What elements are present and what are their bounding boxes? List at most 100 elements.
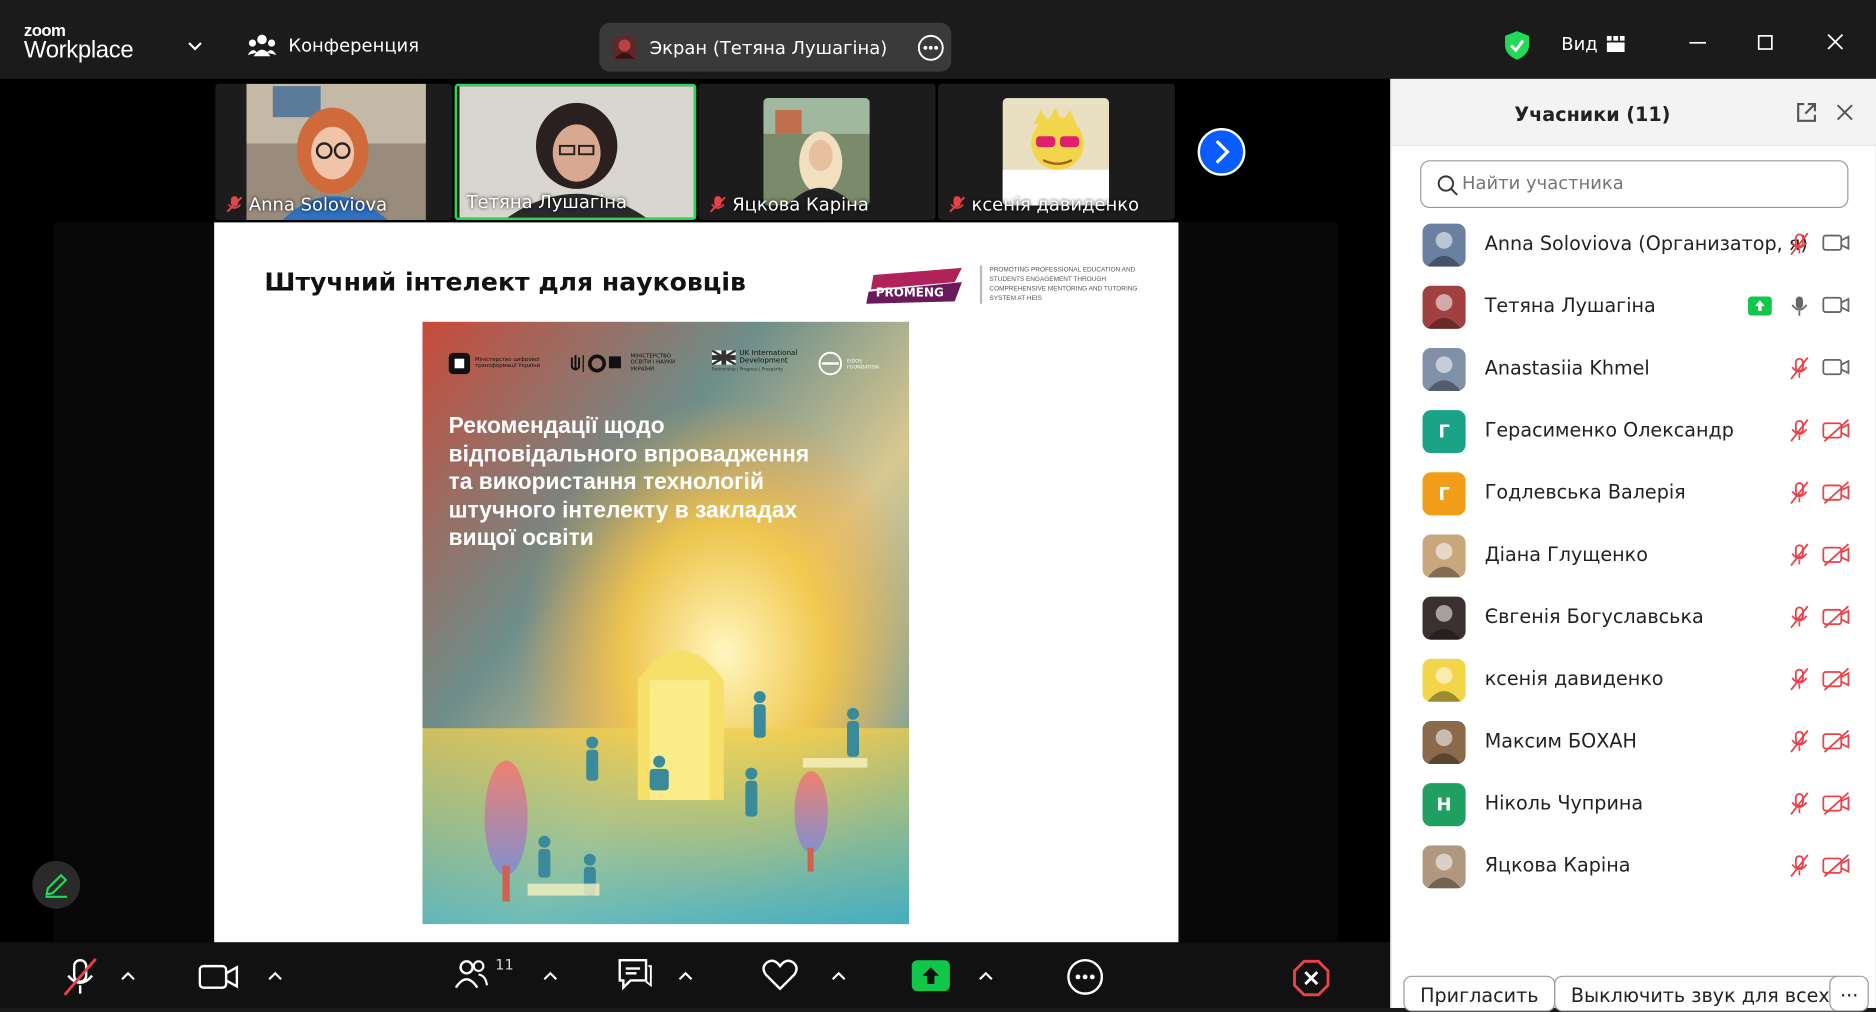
participant-row[interactable]: Anastasiia Khmel <box>1422 342 1854 395</box>
video-status[interactable] <box>1822 418 1851 447</box>
end-meeting-icon[interactable] <box>1292 959 1330 997</box>
video-status[interactable] <box>1822 792 1851 821</box>
annotate-pencil-icon[interactable] <box>31 860 81 910</box>
video-status[interactable] <box>1822 543 1851 572</box>
sharing-badge <box>1747 296 1772 321</box>
video-off-icon[interactable] <box>1822 729 1851 753</box>
video-tile-1[interactable]: Anna Soloviova <box>215 83 453 221</box>
security-shield-icon[interactable] <box>1503 30 1532 61</box>
mic-icon[interactable] <box>1787 294 1811 318</box>
video-status[interactable] <box>1822 294 1851 320</box>
video-off-icon[interactable] <box>1822 792 1851 816</box>
video-status[interactable] <box>1822 605 1851 634</box>
participant-row[interactable]: Н Ніколь Чуприна <box>1422 777 1854 830</box>
avatar: Г <box>1422 410 1466 454</box>
minimize-icon[interactable] <box>1689 41 1707 44</box>
participant-row[interactable]: Г Герасименко Олександр <box>1422 404 1854 457</box>
video-off-icon[interactable] <box>1822 481 1851 505</box>
participant-row[interactable]: Євгенія Богуславська <box>1422 591 1854 644</box>
more-options-icon[interactable] <box>916 33 945 62</box>
mic-status[interactable] <box>1787 729 1811 758</box>
mic-muted-icon[interactable] <box>1787 543 1811 567</box>
video-off-icon[interactable] <box>1822 418 1851 442</box>
participant-row[interactable]: Г Годлевська Валерія <box>1422 466 1854 519</box>
mic-status[interactable] <box>1787 418 1811 447</box>
mic-muted-icon[interactable] <box>1787 854 1811 878</box>
video-off-icon[interactable] <box>1822 605 1851 629</box>
mic-muted-icon <box>949 196 965 213</box>
meeting-label: Конференция <box>288 34 420 57</box>
video-status[interactable] <box>1822 667 1851 696</box>
video-tile-3[interactable]: Яцкова Каріна <box>698 83 936 221</box>
invite-button[interactable]: Пригласить <box>1403 975 1556 1012</box>
mic-status[interactable] <box>1787 294 1811 323</box>
mic-status[interactable] <box>1787 543 1811 572</box>
mic-status[interactable] <box>1787 667 1811 696</box>
avatar-frame <box>1002 98 1110 206</box>
chevron-up-icon[interactable] <box>977 971 994 982</box>
video-tile-4[interactable]: ксенія давиденко <box>937 83 1175 221</box>
video-off-icon[interactable] <box>1822 854 1851 878</box>
more-icon[interactable] <box>1065 957 1106 998</box>
video-status[interactable] <box>1822 729 1851 758</box>
mic-status[interactable] <box>1787 232 1811 261</box>
maximize-icon[interactable] <box>1757 35 1774 51</box>
next-page-arrow-icon[interactable] <box>1196 127 1246 177</box>
chevron-down-icon[interactable] <box>187 41 204 52</box>
search-box[interactable] <box>1420 160 1849 209</box>
chevron-up-icon[interactable] <box>677 971 694 982</box>
mic-muted-icon[interactable] <box>1787 481 1811 505</box>
video-off-icon[interactable] <box>1822 543 1851 567</box>
more-panel-button[interactable]: ··· <box>1829 975 1870 1012</box>
chat-icon[interactable] <box>616 957 654 993</box>
chevron-up-icon[interactable] <box>120 971 137 982</box>
mic-muted-icon[interactable] <box>1787 418 1811 442</box>
mic-muted-icon[interactable] <box>1787 729 1811 753</box>
mic-muted-icon[interactable] <box>1787 232 1811 256</box>
video-status[interactable] <box>1822 232 1851 258</box>
mic-status[interactable] <box>1787 854 1811 883</box>
close-panel-icon[interactable] <box>1835 103 1854 122</box>
mic-status[interactable] <box>1787 605 1811 634</box>
mic-muted-icon[interactable] <box>1787 605 1811 629</box>
meeting-info-button[interactable]: Конференция <box>247 33 420 57</box>
mic-muted-icon[interactable] <box>1787 792 1811 816</box>
participant-row[interactable]: Яцкова Каріна <box>1422 839 1854 892</box>
share-screen-pill[interactable]: Экран (Тетяна Лушагіна) <box>599 22 952 72</box>
participant-row[interactable]: Anna Soloviova (Организатор, я) <box>1422 218 1854 271</box>
mic-status[interactable] <box>1787 356 1811 385</box>
zoom-logo: zoom Workplace <box>24 22 134 63</box>
video-tile-2[interactable]: Тетяна Лушагіна <box>454 83 697 221</box>
share-label: Экран (Тетяна Лушагіна) <box>649 37 888 59</box>
video-camera-icon[interactable] <box>1822 356 1851 378</box>
mic-muted-icon[interactable] <box>1787 356 1811 380</box>
reactions-heart-icon[interactable] <box>761 957 799 993</box>
chevron-up-icon[interactable] <box>830 971 847 982</box>
share-screen-icon[interactable] <box>911 960 950 992</box>
avatar <box>1422 658 1466 702</box>
mute-all-button[interactable]: Выключить звук для всех <box>1554 975 1847 1012</box>
participants-button[interactable]: 11 <box>454 957 514 990</box>
chevron-up-icon[interactable] <box>542 971 559 982</box>
mic-muted-icon[interactable] <box>1787 667 1811 691</box>
video-off-icon[interactable] <box>1822 667 1851 691</box>
video-status[interactable] <box>1822 481 1851 510</box>
close-icon[interactable] <box>1827 33 1844 50</box>
participant-row[interactable]: Тетяна Лушагіна <box>1422 280 1854 333</box>
search-input[interactable] <box>1462 172 1833 194</box>
mic-status[interactable] <box>1787 481 1811 510</box>
participant-row[interactable]: ксенія давиденко <box>1422 653 1854 706</box>
video-status[interactable] <box>1822 854 1851 883</box>
video-camera-icon[interactable] <box>1822 232 1851 254</box>
video-status[interactable] <box>1822 356 1851 382</box>
video-camera-icon[interactable] <box>198 964 240 990</box>
participant-row[interactable]: Діана Глущенко <box>1422 528 1854 581</box>
mic-status[interactable] <box>1787 792 1811 821</box>
video-camera-icon[interactable] <box>1822 294 1851 316</box>
mic-muted-icon[interactable] <box>60 957 101 998</box>
view-button[interactable]: Вид <box>1561 33 1626 55</box>
meeting-stage: Anna Soloviova Тетяна Лушагіна Яцкова Ка… <box>0 78 1391 944</box>
chevron-up-icon[interactable] <box>267 971 284 982</box>
participant-row[interactable]: Максим БОХАН <box>1422 715 1854 768</box>
pop-out-icon[interactable] <box>1795 100 1819 124</box>
